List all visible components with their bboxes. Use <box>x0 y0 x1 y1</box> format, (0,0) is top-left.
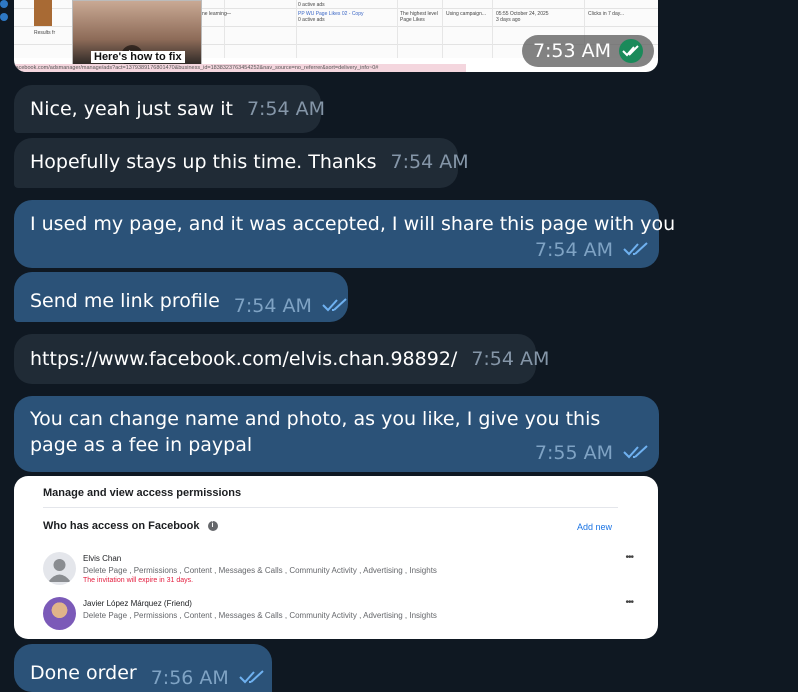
cell-results: Results fr <box>34 30 56 36</box>
video-caption: Here's how to fix <box>91 51 185 63</box>
double-check-icon <box>623 237 649 263</box>
more-options-icon[interactable]: ••• <box>625 552 633 563</box>
message-text: Send me link profile <box>30 290 220 312</box>
video-preview[interactable]: Here's how to fix <box>72 0 202 67</box>
person-row: Elvis Chan Delete Page , Permissions , C… <box>43 552 634 588</box>
grid-column <box>492 0 493 58</box>
message-text: I used my page, and it was accepted, I w… <box>30 213 676 235</box>
message-meta: 7:55 AM <box>535 440 649 466</box>
grid-column <box>296 0 297 58</box>
message-time-pill: 7:53 AM <box>522 35 654 67</box>
screenshot-message-permissions[interactable]: Manage and view access permissions Who h… <box>14 476 658 639</box>
message-bubble-outgoing[interactable]: Done order 7:56 AM <box>14 644 272 692</box>
selection-dot[interactable] <box>0 13 8 21</box>
message-bubble-outgoing[interactable]: You can change name and photo, as you li… <box>14 396 659 472</box>
message-text: Done order <box>30 662 137 684</box>
grid-column <box>442 0 443 58</box>
cell-campaign: Using campaign... <box>446 11 487 17</box>
message-meta: 7:54 AM <box>535 237 649 263</box>
message-time: 7:54 AM <box>471 348 550 370</box>
access-section-heading: Who has access on Facebook i <box>43 520 218 532</box>
cell-active-ads-2: 0 active ads <box>298 17 325 23</box>
invitation-warning: The invitation will expire in 31 days. <box>83 577 194 584</box>
cell-clicks: Clicks in 7 day... <box>588 11 625 17</box>
message-bubble-outgoing[interactable]: I used my page, and it was accepted, I w… <box>14 200 676 268</box>
ad-thumbnail <box>34 0 52 26</box>
message-link[interactable]: https://www.facebook.com/elvis.chan.9889… <box>30 346 457 372</box>
message-bubble-outgoing[interactable]: Send me link profile 7:54 AM <box>14 272 348 322</box>
access-section-title: Who has access on Facebook <box>43 520 200 532</box>
cell-learning: ne learning <box>202 11 227 17</box>
cell-page-likes: Page Likes <box>400 17 425 23</box>
info-icon[interactable]: i <box>207 521 218 531</box>
person-name: Javier López Márquez (Friend) <box>83 599 192 608</box>
message-bubble-incoming[interactable]: Nice, yeah just saw it 7:54 AM <box>14 85 325 133</box>
message-bubble-incoming[interactable]: https://www.facebook.com/elvis.chan.9889… <box>14 334 549 384</box>
cell-days-ago: 3 days ago <box>496 17 521 23</box>
read-check-icon <box>619 39 644 63</box>
message-time: 7:54 AM <box>246 98 326 120</box>
person-name: Elvis Chan <box>83 554 122 563</box>
selection-dot[interactable] <box>0 0 8 8</box>
message-text: Hopefully stays up this time. Thanks <box>30 151 377 173</box>
message-time: 7:55 AM <box>534 442 613 464</box>
person-roles: Delete Page , Permissions , Content , Me… <box>83 611 437 620</box>
person-row: Javier López Márquez (Friend) Delete Pag… <box>43 597 634 633</box>
double-check-icon <box>623 440 649 466</box>
message-bubble-incoming[interactable]: Hopefully stays up this time. Thanks 7:5… <box>14 138 469 188</box>
double-check-icon <box>239 665 265 691</box>
default-avatar-icon <box>43 552 76 585</box>
message-text: Nice, yeah just saw it <box>30 98 233 120</box>
message-time: 7:54 AM <box>233 295 312 317</box>
message-time: 7:56 AM <box>150 667 229 689</box>
browser-url: facebook.com/adsmanager/manage/ads?act=1… <box>14 64 466 72</box>
person-roles: Delete Page , Permissions , Content , Me… <box>83 566 437 575</box>
message-time: 7:53 AM <box>532 40 612 62</box>
cell-dash: — <box>226 11 231 17</box>
grid-column <box>397 0 398 58</box>
more-options-icon[interactable]: ••• <box>625 597 633 608</box>
add-new-link[interactable]: Add new <box>577 522 612 532</box>
message-time: 7:54 AM <box>534 239 613 261</box>
divider <box>43 507 618 508</box>
permissions-title: Manage and view access permissions <box>43 487 242 499</box>
screenshot-message-top[interactable]: ne learning — PP WU Page Likes 02 - Copy… <box>14 0 658 72</box>
profile-photo-avatar <box>43 597 76 630</box>
double-check-icon <box>322 293 348 319</box>
message-time: 7:54 AM <box>390 151 469 173</box>
cell-active-ads: 0 active ads <box>298 2 325 8</box>
grid-column <box>224 0 225 58</box>
